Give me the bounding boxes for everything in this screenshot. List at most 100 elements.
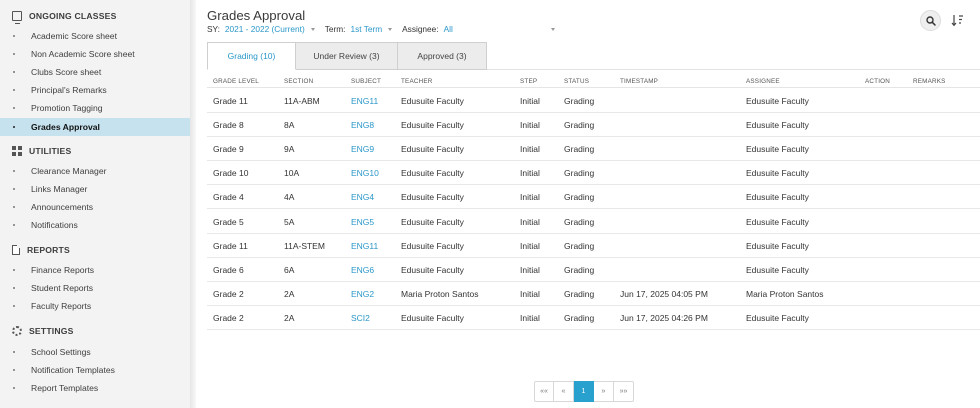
subject-link[interactable]: ENG2	[351, 289, 374, 299]
sy-select[interactable]: 2021 - 2022 (Current)	[225, 24, 305, 34]
sidebar-item-non-academic-score-sheet[interactable]: Non Academic Score sheet	[0, 45, 190, 63]
table-row[interactable]: Grade 5 5A ENG5 Edusuite Faculty Initial Grad…	[207, 210, 980, 234]
column-header-step[interactable]: STEP	[520, 78, 537, 85]
assignee-select[interactable]: All	[444, 24, 453, 34]
sidebar-item-clubs-score-sheet[interactable]: Clubs Score sheet	[0, 63, 190, 81]
tab-under-review[interactable]: Under Review (3)	[296, 42, 398, 70]
prev-page-button[interactable]: «	[554, 381, 574, 402]
status-cell: Grading	[564, 216, 595, 227]
sidebar-item-grades-approval[interactable]: Grades Approval	[0, 118, 190, 136]
filter-bar: SY: 2021 - 2022 (Current) Term: 1st Term…	[207, 24, 555, 34]
sidebar-section-label: UTILITIES	[29, 146, 72, 156]
sidebar-item-announcements[interactable]: Announcements	[0, 198, 190, 216]
teacher-cell: Maria Proton Santos	[401, 288, 479, 299]
table-row[interactable]: Grade 2 2A SCI2 Edusuite Faculty Initial Grad…	[207, 306, 980, 330]
assignee-cell: Maria Proton Santos	[746, 288, 824, 299]
status-cell: Grading	[564, 96, 595, 106]
step-cell: Initial	[520, 264, 540, 275]
bullet-icon	[13, 206, 15, 208]
table-row[interactable]: Grade 2 2A ENG2 Maria Proton Santos Initial G…	[207, 282, 980, 306]
bullet-icon	[13, 89, 15, 91]
subject-link[interactable]: ENG8	[351, 120, 374, 130]
table-row[interactable]: Grade 4 4A ENG4 Edusuite Faculty Initial Grad…	[207, 185, 980, 210]
status-cell: Grading	[564, 144, 595, 155]
sidebar-section-settings[interactable]: SETTINGS	[0, 322, 190, 340]
grade-level-cell: Grade 4	[213, 192, 244, 203]
grade-level-cell: Grade 6	[213, 264, 244, 275]
step-cell: Initial	[520, 192, 540, 203]
bullet-icon	[13, 126, 15, 128]
tab-approved[interactable]: Approved (3)	[398, 42, 487, 70]
sidebar-section-label: REPORTS	[27, 245, 70, 255]
table-row[interactable]: Grade 11 11A-STEM ENG11 Edusuite Faculty Ini…	[207, 234, 980, 258]
table-row[interactable]: Grade 11 11A-ABM ENG11 Edusuite Faculty Init…	[207, 89, 980, 113]
teacher-cell: Edusuite Faculty	[401, 144, 464, 155]
subject-link[interactable]: ENG11	[351, 96, 378, 106]
section-cell: 11A-ABM	[284, 96, 320, 106]
section-cell: 4A	[284, 192, 295, 203]
column-header-assignee[interactable]: ASSIGNEE	[746, 78, 780, 85]
first-page-button[interactable]: ««	[534, 381, 554, 402]
tab-grading[interactable]: Grading (10)	[207, 42, 296, 70]
page-button-current[interactable]: 1	[574, 381, 594, 402]
sidebar-item-academic-score-sheet[interactable]: Academic Score sheet	[0, 27, 190, 45]
sidebar-section-label: SETTINGS	[29, 326, 74, 336]
sidebar-item-promotion-tagging[interactable]: Promotion Tagging	[0, 99, 190, 117]
column-header-section[interactable]: SECTION	[284, 78, 313, 85]
bullet-icon	[13, 387, 15, 389]
section-cell: 10A	[284, 168, 300, 179]
sidebar-item-notifications[interactable]: Notifications	[0, 216, 190, 234]
sidebar-item-report-templates[interactable]: Report Templates	[0, 379, 190, 397]
sidebar-item-label: Notifications	[31, 220, 78, 230]
subject-link[interactable]: ENG6	[351, 265, 374, 275]
sidebar-item-school-settings[interactable]: School Settings	[0, 343, 190, 361]
sidebar-item-clearance-manager[interactable]: Clearance Manager	[0, 162, 190, 180]
sidebar-section-utilities[interactable]: UTILITIES	[0, 142, 190, 160]
sidebar-item-notification-templates[interactable]: Notification Templates	[0, 361, 190, 379]
timestamp-cell: Jun 17, 2025 04:26 PM	[620, 312, 708, 323]
teacher-cell: Edusuite Faculty	[401, 216, 464, 227]
subject-link[interactable]: ENG4	[351, 192, 374, 202]
search-button[interactable]	[920, 10, 941, 31]
bullet-icon	[13, 71, 15, 73]
column-header-timestamp[interactable]: TIMESTAMP	[620, 78, 658, 85]
sidebar-item-label: Grades Approval	[31, 122, 100, 132]
grade-level-cell: Grade 2	[213, 312, 244, 323]
grade-level-cell: Grade 10	[213, 168, 249, 179]
subject-link[interactable]: ENG10	[351, 168, 379, 178]
last-page-button[interactable]: »»	[614, 381, 634, 402]
sidebar-item-finance-reports[interactable]: Finance Reports	[0, 261, 190, 279]
step-cell: Initial	[520, 288, 540, 299]
subject-link[interactable]: ENG5	[351, 217, 374, 227]
status-cell: Grading	[564, 288, 595, 299]
grade-level-cell: Grade 11	[213, 240, 248, 251]
table-row[interactable]: Grade 9 9A ENG9 Edusuite Faculty Initial Grad…	[207, 137, 980, 162]
sidebar-section-reports[interactable]: REPORTS	[0, 241, 190, 259]
subject-link[interactable]: ENG9	[351, 144, 374, 154]
term-select[interactable]: 1st Term	[350, 24, 382, 34]
column-header-grade-level[interactable]: GRADE LEVEL	[213, 78, 259, 85]
sidebar-section-ongoing-classes[interactable]: ONGOING CLASSES	[0, 7, 190, 25]
chevron-down-icon[interactable]	[310, 27, 315, 31]
sort-button[interactable]	[951, 13, 965, 27]
sidebar-item-student-reports[interactable]: Student Reports	[0, 279, 190, 297]
assignee-cell: Edusuite Faculty	[746, 168, 809, 179]
table-row[interactable]: Grade 8 8A ENG8 Edusuite Faculty Initial Grad…	[207, 113, 980, 138]
sidebar-item-links-manager[interactable]: Links Manager	[0, 180, 190, 198]
pagination: «« « 1 » »»	[534, 381, 634, 402]
sidebar-item-label: Promotion Tagging	[31, 103, 103, 113]
table-row[interactable]: Grade 10 10A ENG10 Edusuite Faculty Initial G…	[207, 161, 980, 186]
column-header-status[interactable]: STATUS	[564, 78, 589, 85]
sidebar-item-label: Academic Score sheet	[31, 31, 117, 41]
next-page-button[interactable]: »	[594, 381, 614, 402]
sidebar-item-principals-remarks[interactable]: Principal's Remarks	[0, 81, 190, 99]
subject-link[interactable]: SCI2	[351, 313, 370, 323]
sidebar-item-faculty-reports[interactable]: Faculty Reports	[0, 297, 190, 315]
table-row[interactable]: Grade 6 6A ENG6 Edusuite Faculty Initial Grad…	[207, 258, 980, 282]
column-header-subject[interactable]: SUBJECT	[351, 78, 381, 85]
chevron-down-icon[interactable]	[550, 27, 555, 31]
assignee-cell: Edusuite Faculty	[746, 216, 809, 227]
chevron-down-icon[interactable]	[388, 27, 393, 31]
column-header-teacher[interactable]: TEACHER	[401, 78, 433, 85]
subject-link[interactable]: ENG11	[351, 241, 378, 251]
